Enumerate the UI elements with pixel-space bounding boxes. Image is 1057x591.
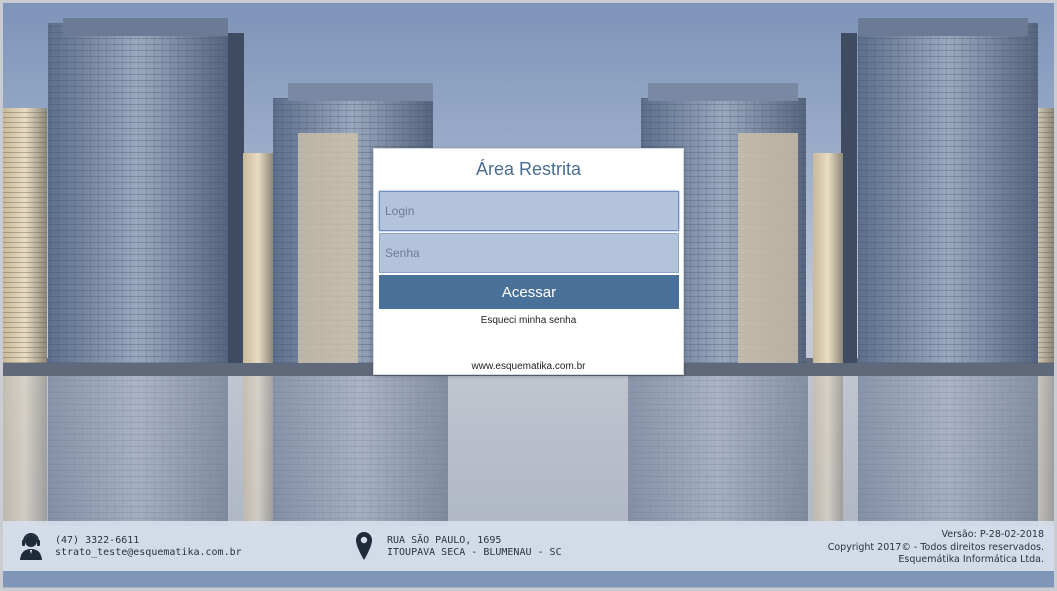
forgot-password-link[interactable]: Esqueci minha senha <box>374 315 683 326</box>
footer-company: Esquemátika Informática Ltda. <box>898 554 1044 565</box>
footer-version: Versão: P-28-02-2018 <box>941 529 1044 540</box>
password-input[interactable] <box>379 233 679 273</box>
website-link[interactable]: www.esquematika.com.br <box>374 361 683 372</box>
footer-bottom-bar <box>3 571 1054 587</box>
footer-email[interactable]: strato_teste@esquematika.com.br <box>55 547 242 558</box>
login-input[interactable] <box>379 191 679 231</box>
login-title: Área Restrita <box>475 159 582 179</box>
footer: (47) 3322-6611 strato_teste@esquematika.… <box>3 521 1054 571</box>
map-pin-icon <box>356 532 372 560</box>
footer-address-line1: RUA SÃO PAULO, 1695 <box>387 535 502 546</box>
footer-copyright: Copyright 2017© - Todos direitos reserva… <box>827 542 1044 553</box>
footer-phone: (47) 3322-6611 <box>55 535 140 546</box>
login-card: Área Restrita Acessar Esqueci minha senh… <box>373 148 684 375</box>
footer-address-line2: ITOUPAVA SECA - BLUMENAU - SC <box>387 547 562 558</box>
submit-button[interactable]: Acessar <box>379 275 679 309</box>
user-headset-icon <box>20 533 42 560</box>
